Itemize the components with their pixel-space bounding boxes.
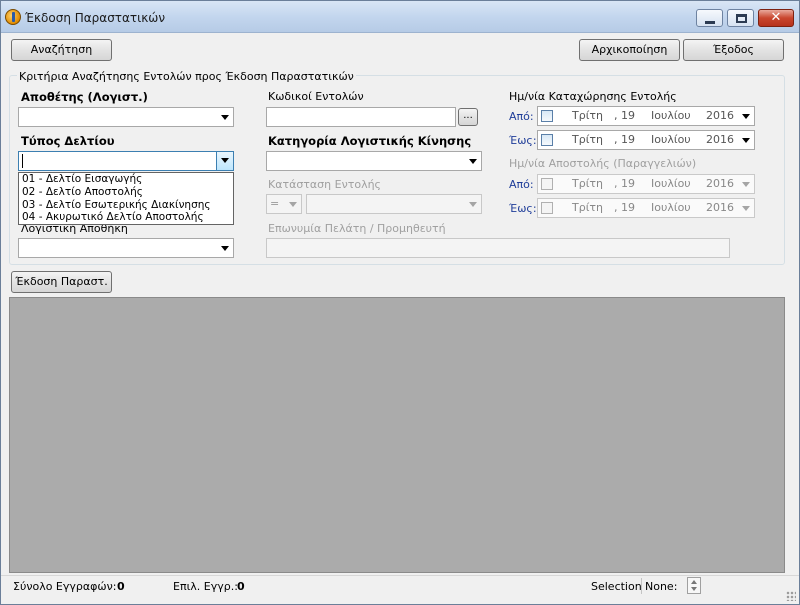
date-year: 2016	[706, 109, 734, 122]
order-status-label: Κατάσταση Εντολής	[268, 178, 382, 191]
total-records-label: Σύνολο Εγγραφών:	[13, 580, 117, 593]
registration-to-checkbox[interactable]	[541, 134, 553, 146]
date-year: 2016	[706, 133, 734, 146]
chevron-down-icon[interactable]	[742, 206, 750, 211]
date-month: Ιουλίου	[651, 133, 691, 146]
customer-input[interactable]	[266, 238, 730, 258]
app-icon	[5, 9, 21, 25]
order-codes-browse-button[interactable]: ...	[458, 108, 478, 126]
selection-mode: None:	[645, 580, 678, 593]
shipping-from-label: Από:	[509, 178, 534, 191]
registration-from-label: Από:	[509, 110, 534, 123]
resize-grip-icon[interactable]	[786, 591, 796, 601]
minimize-button[interactable]	[696, 9, 723, 27]
selection-label: Selection	[591, 580, 642, 593]
window-title: Έκδοση Παραστατικών	[25, 11, 166, 25]
chevron-down-icon[interactable]	[742, 114, 750, 119]
date-month: Ιουλίου	[651, 177, 691, 190]
order-codes-label: Κωδικοί Εντολών	[268, 90, 364, 103]
doc-type-dropdown-button[interactable]	[216, 152, 233, 170]
chevron-down-icon	[469, 159, 477, 164]
doc-type-option[interactable]: 01 - Δελτίο Εισαγωγής	[22, 173, 142, 185]
doc-type-option[interactable]: 02 - Δελτίο Αποστολής	[22, 186, 143, 198]
chevron-down-icon	[221, 158, 229, 163]
exit-button[interactable]: Έξοδος	[683, 39, 784, 61]
search-button[interactable]: Αναζήτηση	[11, 39, 112, 61]
chevron-down-icon	[221, 246, 229, 251]
registration-date-label: Ημ/νία Καταχώρησης Εντολής	[509, 90, 677, 103]
maximize-button[interactable]	[727, 9, 754, 27]
date-weekday: Τρίτη	[572, 133, 604, 146]
order-status-operator-select[interactable]: =	[266, 194, 302, 214]
registration-to-label: Έως:	[509, 134, 537, 147]
results-grid[interactable]	[9, 297, 785, 573]
selected-records-label: Επιλ. Εγγρ.:	[173, 580, 238, 593]
date-day: , 19	[614, 201, 635, 214]
date-month: Ιουλίου	[651, 109, 691, 122]
warehouse-label: Αποθέτης (Λογιστ.)	[21, 90, 148, 104]
chevron-down-icon	[469, 202, 477, 207]
date-weekday: Τρίτη	[572, 177, 604, 190]
title-bar[interactable]: Έκδοση Παραστατικών ✕	[1, 1, 799, 33]
date-day: , 19	[614, 133, 635, 146]
shipping-date-label: Ημ/νία Αποστολής (Παραγγελιών)	[509, 157, 697, 170]
order-status-select[interactable]	[306, 194, 482, 214]
shipping-to-datepicker[interactable]: Τρίτη , 19 Ιουλίου 2016	[537, 198, 755, 218]
movement-category-select[interactable]	[266, 151, 482, 171]
shipping-to-label: Έως:	[509, 202, 537, 215]
date-month: Ιουλίου	[651, 201, 691, 214]
close-button[interactable]: ✕	[758, 9, 794, 27]
doc-type-option[interactable]: 03 - Δελτίο Εσωτερικής Διακίνησης	[22, 199, 211, 211]
customer-label: Επωνυμία Πελάτη / Προμηθευτή	[268, 222, 446, 235]
doc-type-option[interactable]: 04 - Ακυρωτικό Δελτίο Αποστολής	[22, 211, 204, 223]
warehouse-select[interactable]	[18, 107, 234, 127]
registration-from-checkbox[interactable]	[541, 110, 553, 122]
registration-from-datepicker[interactable]: Τρίτη , 19 Ιουλίου 2016	[537, 106, 755, 126]
chevron-down-icon	[221, 115, 229, 120]
order-status-operator: =	[270, 197, 280, 210]
criteria-group-title: Κριτήρια Αναζήτησης Εντολών προς Έκδοση …	[17, 70, 356, 83]
shipping-to-checkbox[interactable]	[541, 202, 553, 214]
status-bar: Σύνολο Εγγραφών: 0 Επιλ. Εγγρ.: 0 Select…	[1, 575, 799, 604]
chevron-down-icon[interactable]	[742, 182, 750, 187]
spin-up-icon[interactable]	[691, 580, 697, 584]
movement-category-label: Κατηγορία Λογιστικής Κίνησης	[268, 134, 472, 148]
doc-type-label: Τύπος Δελτίου	[21, 134, 115, 148]
logistic-warehouse-select[interactable]	[18, 238, 234, 258]
selection-spinner[interactable]	[687, 577, 701, 594]
date-year: 2016	[706, 177, 734, 190]
order-codes-input[interactable]	[266, 107, 456, 127]
reset-button[interactable]: Αρχικοποίηση	[579, 39, 680, 61]
chevron-down-icon	[289, 202, 297, 207]
date-weekday: Τρίτη	[572, 109, 604, 122]
total-records-value: 0	[117, 580, 125, 593]
selected-records-value: 0	[237, 580, 245, 593]
date-weekday: Τρίτη	[572, 201, 604, 214]
doc-type-select[interactable]	[18, 151, 234, 171]
main-window: Έκδοση Παραστατικών ✕ Αναζήτηση Αρχικοπο…	[0, 0, 800, 605]
spin-down-icon[interactable]	[691, 587, 697, 591]
maximize-icon	[736, 14, 747, 23]
date-day: , 19	[614, 109, 635, 122]
doc-type-dropdown-list: 01 - Δελτίο Εισαγωγής 02 - Δελτίο Αποστο…	[18, 172, 234, 225]
shipping-from-checkbox[interactable]	[541, 178, 553, 190]
minimize-icon	[705, 21, 715, 24]
date-day: , 19	[614, 177, 635, 190]
issue-documents-button[interactable]: Έκδοση Παραστ.	[11, 271, 112, 293]
date-year: 2016	[706, 201, 734, 214]
close-icon: ✕	[770, 10, 782, 25]
registration-to-datepicker[interactable]: Τρίτη , 19 Ιουλίου 2016	[537, 130, 755, 150]
shipping-from-datepicker[interactable]: Τρίτη , 19 Ιουλίου 2016	[537, 174, 755, 194]
chevron-down-icon[interactable]	[742, 138, 750, 143]
text-caret	[22, 154, 23, 168]
